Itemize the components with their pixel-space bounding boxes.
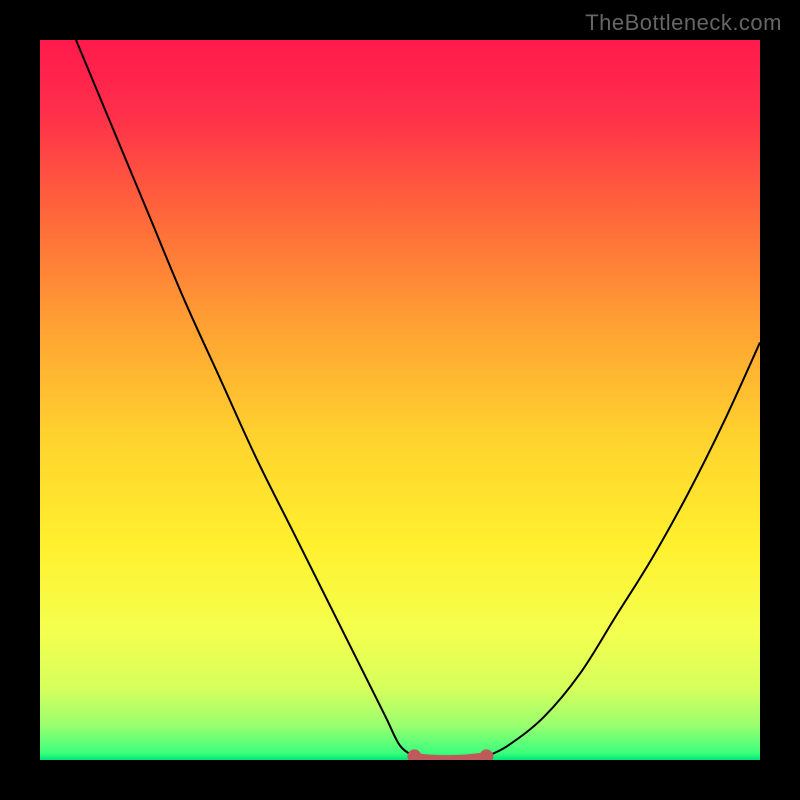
marker-dot-right [479,749,493,760]
plot-area [40,40,760,760]
chart-svg [40,40,760,760]
watermark-text: TheBottleneck.com [585,10,782,36]
bottleneck-marker-line [414,756,486,759]
chart-frame: TheBottleneck.com [0,0,800,800]
marker-dot-left [407,749,421,760]
left-curve [76,40,414,756]
right-curve [486,342,760,756]
